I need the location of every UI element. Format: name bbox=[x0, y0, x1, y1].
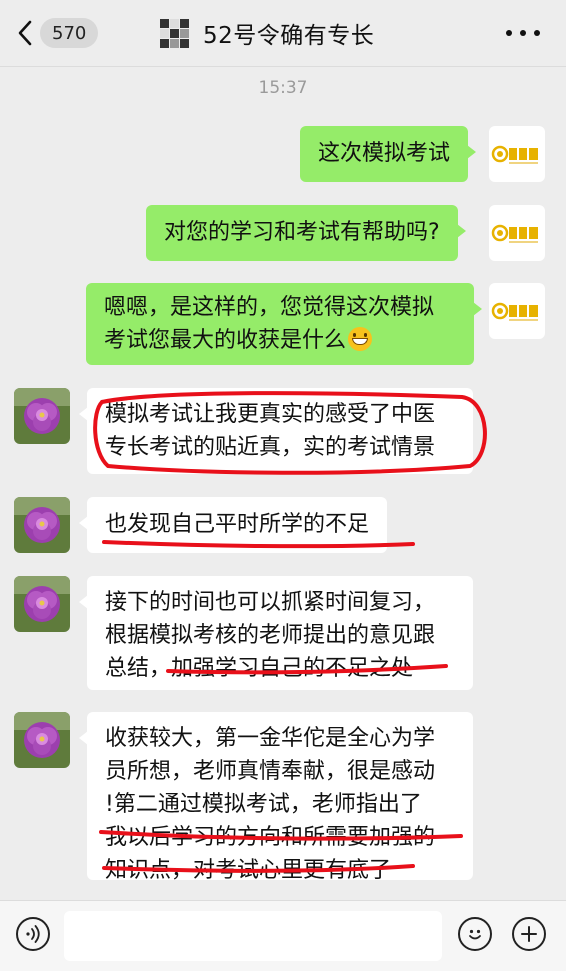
message-text-line: !第二通过模拟考试，老师指出了 bbox=[105, 792, 422, 817]
message-bubble-sent[interactable]: 嗯嗯，是这样的，您觉得这次模拟 考试您最大的收获是什么 bbox=[86, 283, 482, 365]
message-text: 也发现自己平时所学的不足 bbox=[105, 512, 370, 537]
brand-logo-icon bbox=[491, 224, 538, 243]
contact-avatar[interactable] bbox=[14, 576, 70, 632]
message-bubble-sent[interactable]: 这次模拟考试 bbox=[300, 126, 477, 182]
emoji-icon[interactable] bbox=[458, 917, 492, 951]
message-text-line: 加强学习自己的不足之处 bbox=[171, 656, 414, 681]
grinning-emoji-icon bbox=[348, 327, 373, 351]
message-bubble-sent[interactable]: 对您的学习和考试有帮助吗? bbox=[146, 205, 466, 261]
message-text-line: 知识点，对考试心里更有底了 bbox=[105, 858, 392, 883]
message-text-line: 模拟考试让我更真实的感受了中医 bbox=[105, 402, 436, 427]
message-text-line: 我以后学习的方向和所需要加强的 bbox=[105, 825, 436, 850]
message-text-line: 根据模拟考核的老师提出的意见跟 bbox=[105, 623, 436, 648]
message-text-line: 考试您最大的收获是什么 bbox=[104, 328, 347, 353]
sender-avatar[interactable] bbox=[489, 126, 545, 182]
contact-avatar[interactable] bbox=[14, 388, 70, 444]
contact-avatar[interactable] bbox=[14, 497, 70, 553]
message-input[interactable] bbox=[64, 911, 442, 961]
flower-avatar-icon bbox=[14, 388, 70, 444]
brand-logo-icon bbox=[491, 145, 538, 164]
flower-avatar-icon bbox=[14, 497, 70, 553]
chat-title: 52号令确有专长 bbox=[203, 23, 375, 49]
input-bar bbox=[0, 900, 566, 971]
sender-avatar[interactable] bbox=[489, 283, 545, 339]
plus-icon[interactable] bbox=[512, 917, 546, 951]
timestamp: 15:37 bbox=[258, 78, 308, 98]
message-bubble-received[interactable]: 模拟考试让我更真实的感受了中医 专长考试的贴近真，实的考试情景 bbox=[79, 388, 473, 474]
group-avatar-mosaic bbox=[160, 18, 189, 48]
chat-title-group[interactable]: 52号令确有专长 bbox=[160, 15, 374, 51]
message-text-line: 嗯嗯，是这样的，您觉得这次模拟 bbox=[104, 295, 435, 320]
back-button[interactable]: 570 bbox=[14, 16, 99, 50]
message-bubble-received[interactable]: 接下的时间也可以抓紧时间复习， 根据模拟考核的老师提出的意见跟 总结，加强学习自… bbox=[79, 576, 473, 690]
message-text: 这次模拟考试 bbox=[318, 141, 451, 166]
message-text-line: 专长考试的贴近真，实的考试情景 bbox=[105, 435, 436, 460]
message-text: 对您的学习和考试有帮助吗? bbox=[164, 220, 440, 245]
message-bubble-received[interactable]: 也发现自己平时所学的不足 bbox=[78, 497, 388, 553]
message-text-line: 收获较大，第一金华佗是全心为学 bbox=[105, 726, 436, 751]
message-text-line: 总结， bbox=[105, 656, 172, 681]
chevron-left-icon bbox=[18, 20, 32, 46]
brand-logo-icon bbox=[491, 302, 538, 321]
more-dots-icon[interactable] bbox=[506, 22, 540, 44]
chat-header: 570 52号令确有专长 bbox=[0, 0, 566, 67]
message-bubble-received[interactable]: 收获较大，第一金华佗是全心为学 员所想，老师真情奉献，很是感动 !第二通过模拟考… bbox=[79, 712, 473, 883]
message-text-line: 员所想，老师真情奉献，很是感动 bbox=[105, 759, 436, 784]
unread-count-badge: 570 bbox=[40, 18, 99, 48]
contact-avatar[interactable] bbox=[14, 712, 70, 768]
voice-wave-icon bbox=[26, 925, 40, 943]
flower-avatar-icon bbox=[14, 712, 70, 768]
flower-avatar-icon bbox=[14, 576, 70, 632]
message-text-line: 接下的时间也可以抓紧时间复习， bbox=[105, 590, 436, 615]
plus-glyph-icon bbox=[521, 926, 537, 942]
sender-avatar[interactable] bbox=[489, 205, 545, 261]
smiley-icon bbox=[469, 929, 481, 940]
voice-icon[interactable] bbox=[16, 917, 50, 951]
